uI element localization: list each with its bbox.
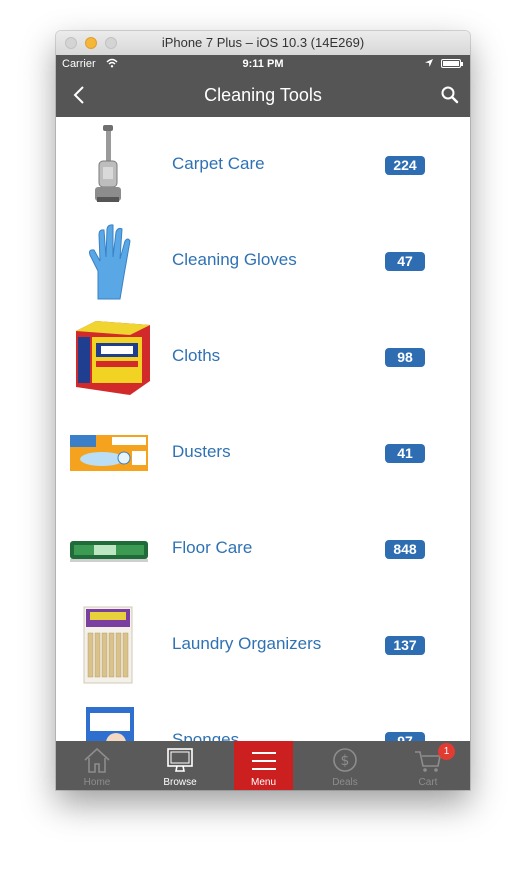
tab-label: Browse <box>163 777 197 788</box>
cart-count-badge: 1 <box>438 743 455 760</box>
clothespins-icon <box>83 606 133 684</box>
tab-label: Menu <box>250 777 276 788</box>
home-icon <box>84 747 110 773</box>
window-title: iPhone 7 Plus – iOS 10.3 (14E269) <box>161 35 365 50</box>
category-label: Carpet Care <box>172 154 265 173</box>
sponge-box-icon <box>86 707 134 741</box>
category-row-cloths[interactable]: Cloths 98 <box>56 309 470 405</box>
tab-menu[interactable]: Menu <box>234 741 293 790</box>
dollar-icon: $ <box>333 748 357 772</box>
status-bar: Carrier 9:11 PM <box>56 55 470 73</box>
category-label: Sponges <box>172 730 240 741</box>
category-label: Cloths <box>172 346 221 365</box>
count-badge: 97 <box>385 732 425 741</box>
battery-icon <box>441 59 463 68</box>
category-label: Floor Care <box>172 538 253 557</box>
category-list[interactable]: Carpet Care 224 Cleaning Gloves 47 Cloth… <box>56 117 470 741</box>
search-icon[interactable] <box>440 85 460 105</box>
location-arrow-icon <box>425 59 433 67</box>
category-row-cleaning-gloves[interactable]: Cleaning Gloves 47 <box>56 213 470 309</box>
vacuum-icon <box>95 125 121 202</box>
monitor-icon <box>167 748 193 772</box>
window-titlebar: iPhone 7 Plus – iOS 10.3 (14E269) <box>56 31 470 56</box>
count-badge: 224 <box>385 156 425 175</box>
category-label: Dusters <box>172 442 231 461</box>
category-row-dusters[interactable]: Dusters 41 <box>56 405 470 501</box>
count-badge: 47 <box>385 252 425 271</box>
category-row-carpet-care[interactable]: Carpet Care 224 <box>56 117 470 213</box>
category-label: Laundry Organizers <box>172 634 322 653</box>
dusters-box-icon <box>70 435 148 471</box>
glove-icon <box>89 224 131 300</box>
count-badge: 137 <box>385 636 425 655</box>
tab-deals[interactable]: $ Deals <box>304 741 386 790</box>
category-label: Cleaning Gloves <box>172 250 297 269</box>
status-time: 9:11 PM <box>242 58 284 70</box>
floor-pads-icon <box>70 541 148 562</box>
category-row-laundry-organizers[interactable]: Laundry Organizers 137 <box>56 597 470 693</box>
tab-label: Home <box>83 777 111 788</box>
tab-bar: Home Browse Menu $ Deals 1 Cart <box>56 741 470 790</box>
simulator-window: iPhone 7 Plus – iOS 10.3 (14E269) Carrie… <box>56 31 470 790</box>
count-badge: 98 <box>385 348 425 367</box>
tab-browse[interactable]: Browse <box>139 741 221 790</box>
count-badge: 848 <box>385 540 425 559</box>
rags-box-icon <box>76 321 150 395</box>
tab-label: Deals <box>332 777 358 788</box>
tab-home[interactable]: Home <box>56 741 138 790</box>
category-row-floor-care[interactable]: Floor Care 848 <box>56 501 470 597</box>
tab-cart[interactable]: 1 Cart <box>387 741 469 790</box>
count-badge: 41 <box>385 444 425 463</box>
svg-text:$: $ <box>341 753 350 769</box>
tab-label: Cart <box>418 777 438 788</box>
hamburger-icon <box>252 752 276 770</box>
category-row-sponges[interactable]: Sponges 97 <box>56 693 470 741</box>
nav-bar: Cleaning Tools <box>56 73 470 117</box>
page-title: Cleaning Tools <box>204 85 322 105</box>
